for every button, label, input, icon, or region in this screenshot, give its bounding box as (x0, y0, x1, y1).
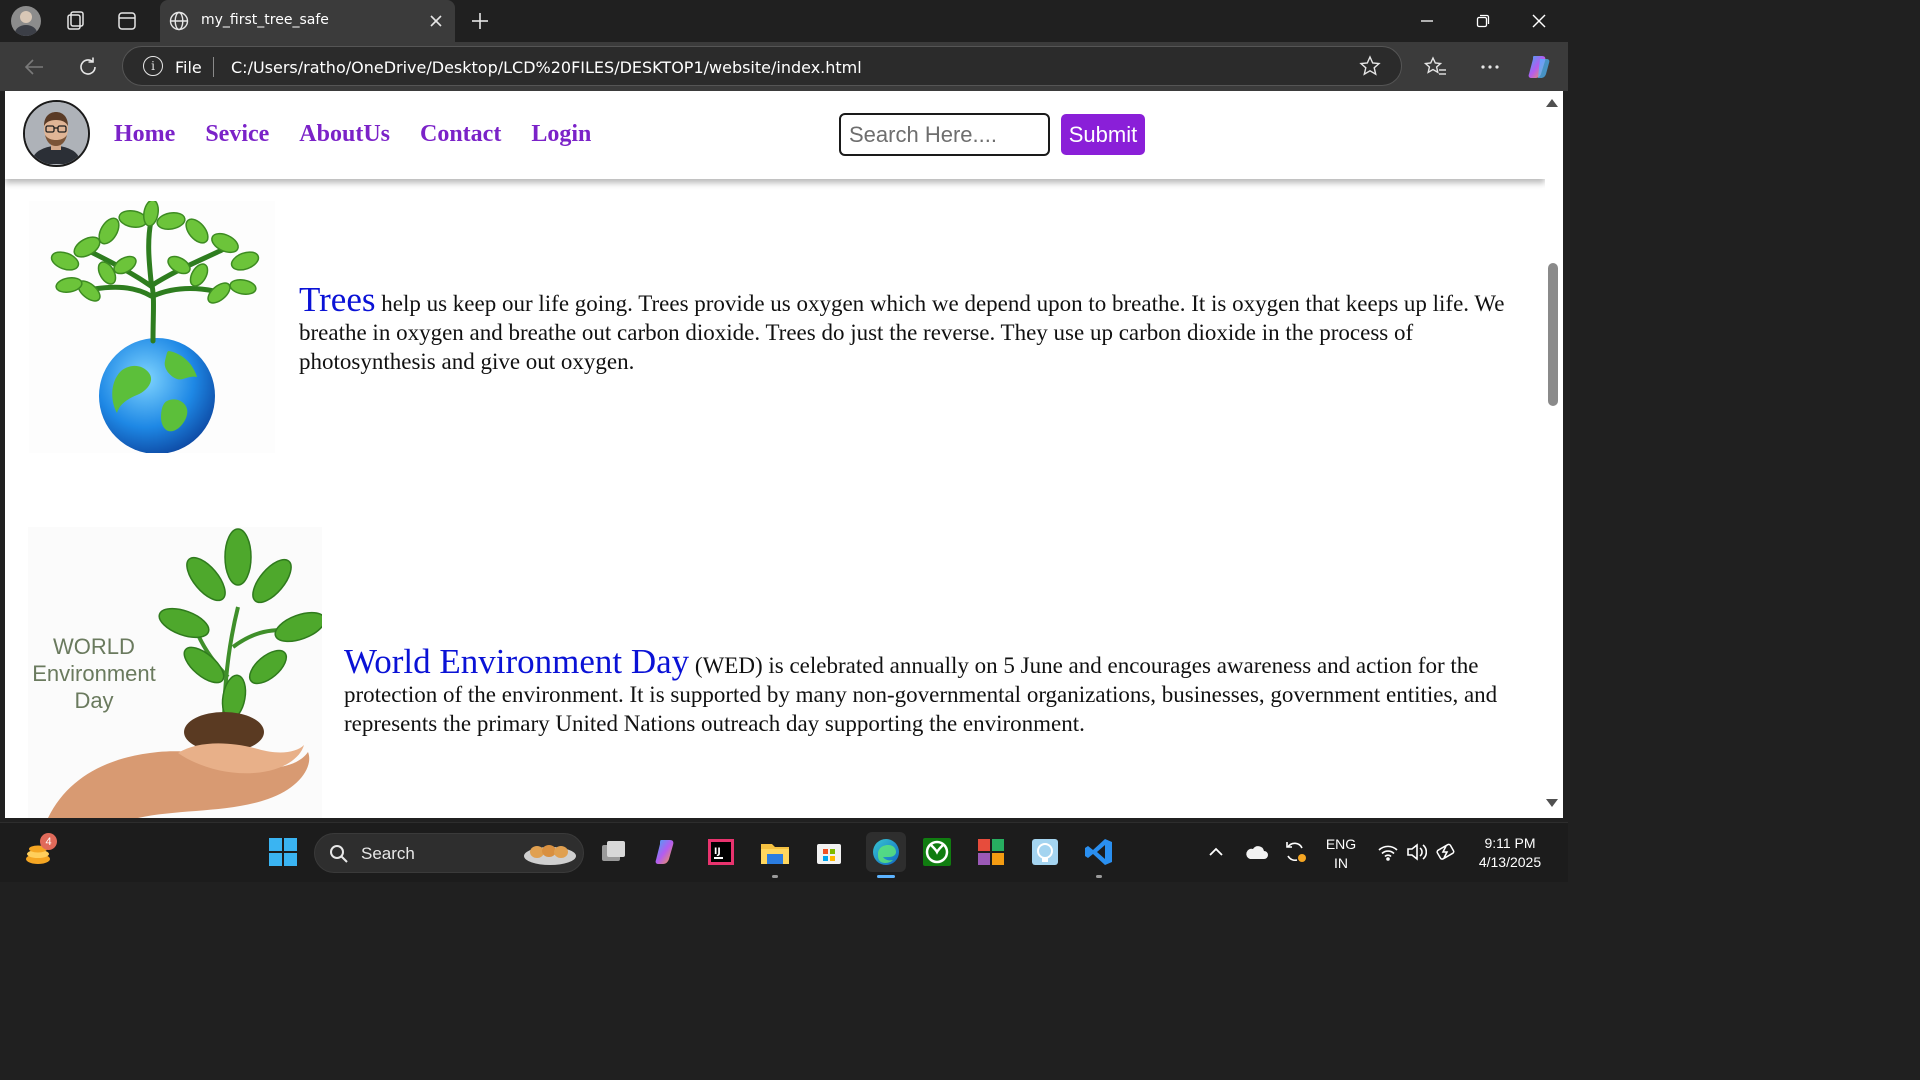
photos-app-icon[interactable] (1029, 836, 1061, 868)
site-info-icon[interactable]: i (143, 56, 163, 76)
article-trees-title: Trees (299, 280, 376, 319)
nav-link-about[interactable]: AboutUs (299, 121, 390, 148)
favorite-star-icon[interactable] (1359, 55, 1381, 81)
nav-link-login[interactable]: Login (531, 121, 591, 148)
edge-active-indicator (877, 875, 895, 878)
search-highlight-icon (521, 840, 579, 872)
web-page-viewport: Home Sevice AboutUs Contact Login Submit (5, 91, 1545, 818)
article-trees-body: help us keep our life going. Trees provi… (299, 291, 1505, 374)
explorer-running-indicator (772, 875, 778, 878)
scroll-down-arrow-icon[interactable] (1546, 799, 1558, 807)
page-scrollbar[interactable] (1545, 91, 1563, 818)
task-view-icon[interactable] (597, 836, 629, 868)
nav-link-service[interactable]: Sevice (205, 121, 269, 148)
copilot-icon[interactable] (1525, 52, 1555, 82)
tab-title: my_first_tree_safe (201, 12, 329, 28)
browser-title-bar: my_first_tree_safe (0, 0, 1568, 42)
site-nav: Home Sevice AboutUs Contact Login (114, 121, 621, 148)
svg-text:IJ: IJ (714, 847, 721, 857)
taskbar-search-box[interactable]: Search (314, 833, 584, 873)
onedrive-cloud-icon[interactable] (1240, 836, 1272, 868)
site-logo-avatar (23, 100, 90, 167)
start-windows-icon[interactable] (267, 836, 299, 868)
site-search-input[interactable] (839, 113, 1050, 156)
hands-holding-plant-image: WORLD Environment Day (28, 527, 322, 818)
scrollbar-thumb[interactable] (1548, 263, 1558, 406)
close-tab-icon[interactable] (424, 9, 448, 33)
new-tab-icon[interactable] (466, 7, 494, 35)
workspaces-icon[interactable] (62, 7, 90, 35)
clock-time[interactable]: 9:11 PM (1468, 835, 1552, 851)
show-hidden-icons-chevron-icon[interactable] (1200, 836, 1232, 868)
nav-link-contact[interactable]: Contact (420, 121, 501, 148)
minimize-icon[interactable] (1407, 8, 1447, 34)
copilot-app-icon[interactable] (651, 836, 683, 868)
omnibox-divider (213, 57, 214, 77)
browser-toolbar: i File C:/Users/ratho/OneDrive/Desktop/L… (0, 42, 1568, 91)
windows-taskbar: 4 Search IJ ENG IN 9:11 PM 4/13/2025 (0, 822, 1568, 882)
scroll-up-arrow-icon[interactable] (1546, 99, 1558, 107)
article-world-environment-day: World Environment Day (WED) is celebrate… (344, 644, 1534, 738)
nav-link-home[interactable]: Home (114, 121, 175, 148)
article-wed-title: World Environment Day (344, 642, 690, 681)
file-explorer-icon[interactable] (759, 836, 791, 868)
vscode-icon[interactable] (1083, 836, 1115, 868)
active-tab[interactable]: my_first_tree_safe (160, 0, 455, 42)
globe-icon (168, 10, 190, 36)
submit-button[interactable]: Submit (1061, 114, 1145, 155)
taskbar-search-label: Search (361, 844, 415, 863)
notification-badge: 4 (40, 833, 57, 850)
microsoft-store-icon[interactable] (813, 836, 845, 868)
site-header: Home Sevice AboutUs Contact Login Submit (5, 91, 1545, 179)
close-window-icon[interactable] (1519, 8, 1559, 34)
edge-browser-icon[interactable] (866, 832, 906, 872)
sync-update-icon[interactable] (1279, 836, 1311, 868)
favorites-icon[interactable] (1421, 52, 1451, 82)
office-apps-icon[interactable] (975, 836, 1007, 868)
tree-globe-image (29, 199, 275, 454)
more-options-icon[interactable] (1475, 52, 1505, 82)
restore-icon[interactable] (1463, 8, 1503, 34)
language-indicator-line1[interactable]: ENG (1322, 836, 1360, 852)
refresh-icon[interactable] (73, 52, 103, 82)
url-text[interactable]: C:/Users/ratho/OneDrive/Desktop/LCD%20FI… (231, 58, 862, 77)
article-trees: Trees help us keep our life going. Trees… (299, 282, 1519, 376)
battery-charging-icon[interactable] (1431, 836, 1463, 868)
language-indicator-line2[interactable]: IN (1322, 855, 1360, 871)
back-arrow-icon[interactable] (19, 52, 49, 82)
xbox-icon[interactable] (921, 836, 953, 868)
intellij-icon[interactable]: IJ (705, 836, 737, 868)
scheme-label: File (175, 58, 202, 77)
volume-icon[interactable] (1400, 836, 1432, 868)
address-bar[interactable]: i File C:/Users/ratho/OneDrive/Desktop/L… (122, 46, 1402, 86)
vscode-running-indicator (1096, 875, 1102, 878)
profile-avatar[interactable] (11, 6, 41, 36)
search-icon (329, 844, 349, 868)
vertical-tabs-icon[interactable] (113, 7, 141, 35)
clock-date[interactable]: 4/13/2025 (1468, 854, 1552, 870)
